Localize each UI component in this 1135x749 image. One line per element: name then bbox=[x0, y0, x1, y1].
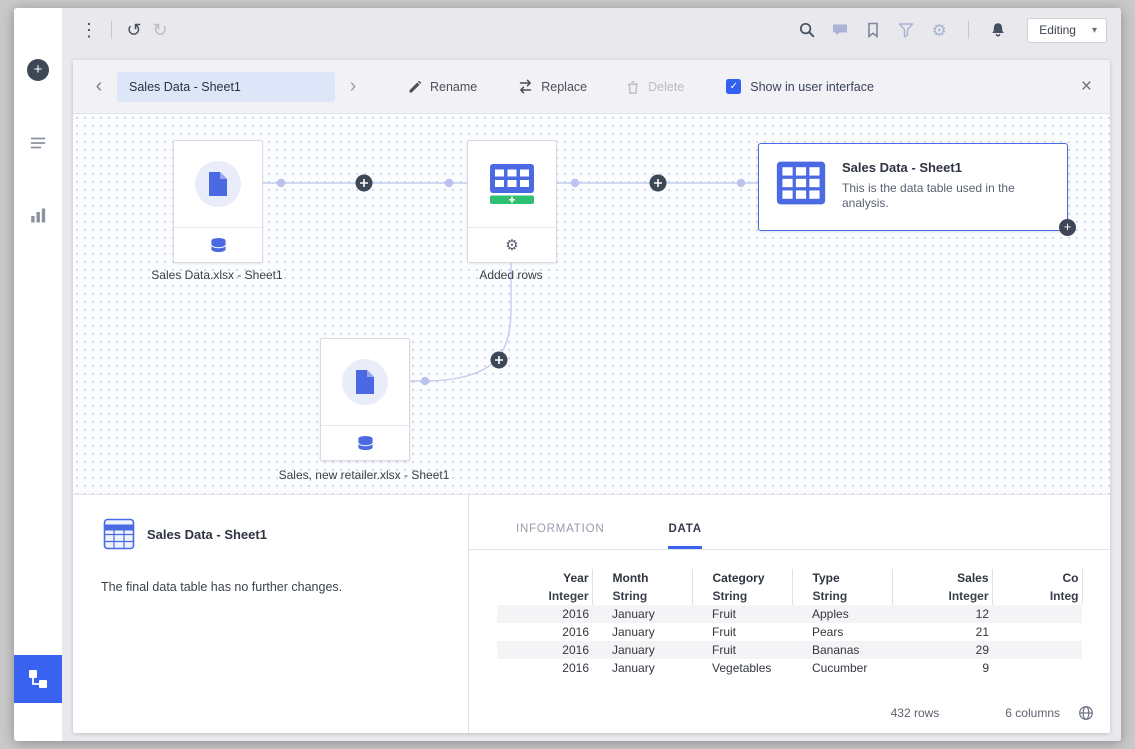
gear-icon[interactable]: ⚙ bbox=[926, 17, 952, 43]
source-node-new-retailer[interactable] bbox=[320, 338, 410, 461]
source-node-sales-data[interactable] bbox=[173, 140, 263, 263]
row-count: 432 rows bbox=[891, 706, 940, 720]
left-rail: + bbox=[14, 8, 62, 741]
toolbar-divider bbox=[111, 21, 112, 39]
column-type: Integer bbox=[497, 587, 592, 605]
delete-button[interactable]: Delete bbox=[625, 79, 684, 95]
bookmark-icon[interactable] bbox=[860, 17, 886, 43]
replace-button[interactable]: Replace bbox=[517, 78, 587, 95]
back-chevron-icon[interactable]: ‹ bbox=[91, 75, 107, 98]
chevron-down-icon: ▾ bbox=[1092, 25, 1097, 36]
column-type: Integer bbox=[892, 587, 992, 605]
visualizations-icon[interactable] bbox=[28, 205, 48, 225]
comment-icon[interactable] bbox=[827, 17, 853, 43]
table-icon bbox=[775, 159, 827, 207]
table-row: 2016 January Vegetables Cucumber 9 bbox=[497, 659, 1082, 677]
add-button[interactable]: + bbox=[27, 59, 49, 81]
column-header[interactable]: Sales bbox=[892, 569, 992, 587]
final-table-node[interactable]: Sales Data - Sheet1 This is the data tab… bbox=[758, 143, 1068, 231]
close-icon[interactable]: × bbox=[1081, 77, 1092, 96]
source-title-input[interactable] bbox=[117, 72, 335, 102]
table-row: 2016 January Fruit Apples 12 bbox=[497, 605, 1082, 623]
table-row: 2016 January Fruit Pears 21 bbox=[497, 623, 1082, 641]
replace-label: Replace bbox=[541, 80, 587, 94]
top-toolbar: ⋮ ↺ ↻ ⚙ bbox=[62, 8, 1121, 52]
file-icon-circle bbox=[195, 161, 241, 207]
plus-icon: + bbox=[34, 61, 43, 78]
column-type: Integ bbox=[992, 587, 1082, 605]
search-icon[interactable] bbox=[794, 17, 820, 43]
desktop-background: + ⋮ ↺ ↻ bbox=[0, 0, 1135, 749]
column-header[interactable]: Type bbox=[792, 569, 892, 587]
file-icon bbox=[207, 171, 229, 197]
column-count: 6 columns bbox=[1005, 706, 1060, 720]
column-header[interactable]: Category bbox=[692, 569, 792, 587]
data-canvas-tile[interactable] bbox=[14, 655, 62, 703]
node-label: Sales, new retailer.xlsx - Sheet1 bbox=[254, 468, 474, 482]
editing-mode-dropdown[interactable]: Editing ▾ bbox=[1027, 18, 1107, 43]
mode-label: Editing bbox=[1039, 23, 1076, 37]
source-header: ‹ › Rename Replace bbox=[73, 60, 1110, 114]
graph-canvas[interactable]: Sales Data.xlsx - Sheet1 bbox=[73, 114, 1110, 494]
column-header-row: Year Month Category Type Sales Co bbox=[497, 569, 1082, 587]
toolbar-divider bbox=[968, 21, 969, 39]
database-icon bbox=[209, 237, 228, 254]
node-label: Added rows bbox=[401, 268, 621, 282]
file-icon-circle bbox=[342, 359, 388, 405]
app-window: + ⋮ ↺ ↻ bbox=[14, 8, 1121, 741]
preview-table: Year Month Category Type Sales Co Intege… bbox=[497, 569, 1083, 677]
pencil-icon bbox=[407, 79, 423, 95]
data-preview-pane: INFORMATION DATA Year Month Category bbox=[469, 495, 1110, 733]
operation-settings-icon[interactable]: ⚙ bbox=[505, 238, 518, 253]
kebab-menu-icon[interactable]: ⋮ bbox=[76, 17, 102, 43]
database-icon bbox=[356, 435, 375, 452]
node-label: Sales Data.xlsx - Sheet1 bbox=[107, 268, 327, 282]
data-canvas-panel: ‹ › Rename Replace bbox=[73, 60, 1110, 733]
column-type-row: Integer String String String Integer Int… bbox=[497, 587, 1082, 605]
table-row: 2016 January Fruit Bananas 29 bbox=[497, 641, 1082, 659]
filter-icon[interactable] bbox=[893, 17, 919, 43]
delete-label: Delete bbox=[648, 80, 684, 94]
rename-button[interactable]: Rename bbox=[407, 79, 477, 95]
operation-node-added-rows[interactable]: ⚙ bbox=[467, 140, 557, 263]
tab-information[interactable]: INFORMATION bbox=[516, 523, 604, 549]
column-header[interactable]: Year bbox=[497, 569, 592, 587]
preview-footer: 432 rows 6 columns bbox=[891, 705, 1094, 721]
file-icon bbox=[354, 369, 376, 395]
toolbar-right-group: ⚙ Editing ▾ bbox=[794, 17, 1107, 43]
column-type: String bbox=[592, 587, 692, 605]
globe-icon[interactable] bbox=[1078, 705, 1094, 721]
forward-chevron-icon[interactable]: › bbox=[345, 75, 361, 98]
final-node-text: Sales Data - Sheet1 This is the data tab… bbox=[842, 159, 1042, 215]
show-in-ui-label: Show in user interface bbox=[750, 80, 874, 94]
rename-label: Rename bbox=[430, 80, 477, 94]
add-transformation-button[interactable]: + bbox=[1059, 219, 1076, 236]
details-message: The final data table has no further chan… bbox=[101, 580, 342, 594]
added-rows-icon bbox=[489, 163, 535, 205]
column-header[interactable]: Month bbox=[592, 569, 692, 587]
data-canvas-icon bbox=[26, 667, 50, 691]
column-type: String bbox=[792, 587, 892, 605]
trash-icon bbox=[625, 79, 641, 95]
column-type: String bbox=[692, 587, 792, 605]
show-in-ui-checkbox-group[interactable]: ✓ Show in user interface bbox=[726, 79, 874, 94]
undo-icon[interactable]: ↺ bbox=[121, 17, 147, 43]
preview-tabs: INFORMATION DATA bbox=[469, 495, 1110, 550]
replace-icon bbox=[517, 78, 534, 95]
data-icon[interactable] bbox=[28, 133, 48, 153]
bell-icon[interactable] bbox=[985, 17, 1011, 43]
final-node-description: This is the data table used in the analy… bbox=[842, 181, 1042, 211]
details-area: Sales Data - Sheet1 The final data table… bbox=[73, 494, 1110, 733]
redo-icon[interactable]: ↻ bbox=[147, 17, 173, 43]
checkbox-checked-icon[interactable]: ✓ bbox=[726, 79, 741, 94]
selection-details-pane: Sales Data - Sheet1 The final data table… bbox=[73, 495, 469, 733]
column-header[interactable]: Co bbox=[992, 569, 1082, 587]
table-outline-icon bbox=[103, 518, 135, 555]
details-title: Sales Data - Sheet1 bbox=[147, 527, 267, 542]
final-node-title: Sales Data - Sheet1 bbox=[842, 160, 1042, 175]
tab-data[interactable]: DATA bbox=[668, 523, 701, 549]
